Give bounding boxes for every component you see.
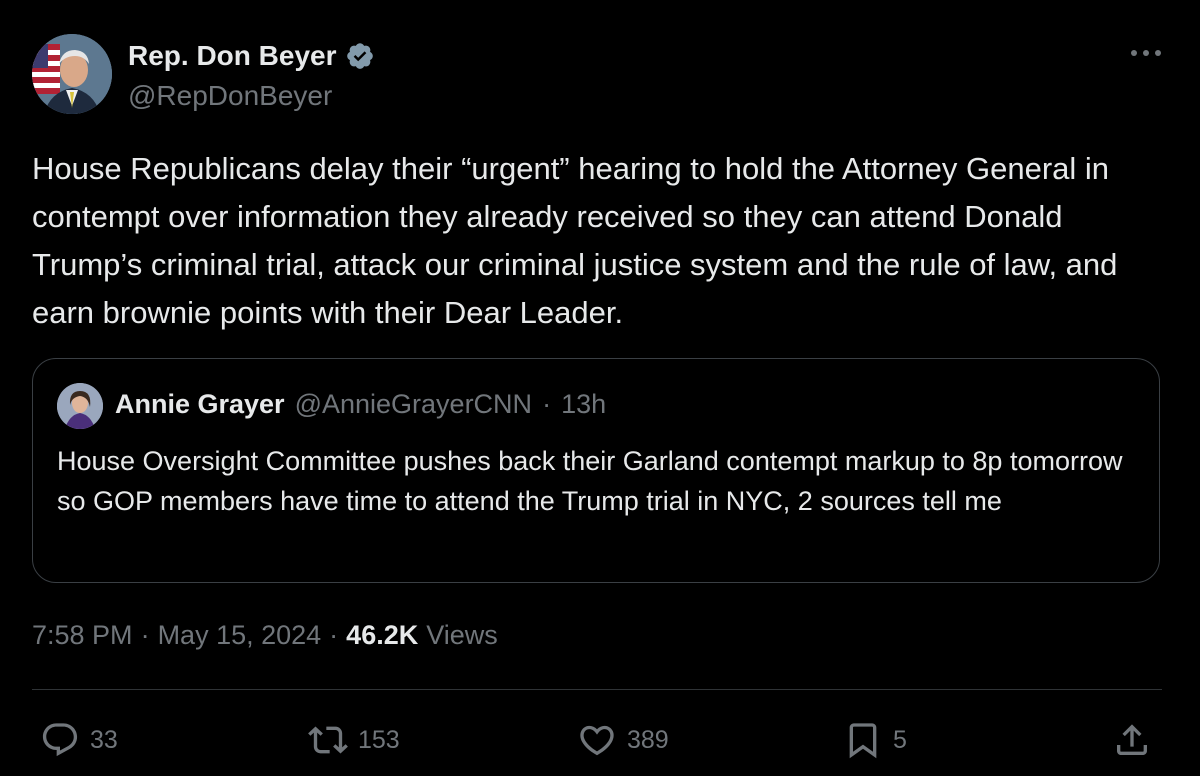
quoted-avatar-image bbox=[57, 383, 103, 429]
tweet-meta: 7:58 PM · May 15, 2024 · 46.2K Views bbox=[32, 620, 498, 651]
repost-icon bbox=[308, 726, 348, 754]
more-dots-icon bbox=[1131, 50, 1161, 56]
reply-icon bbox=[42, 723, 78, 757]
quoted-tweet-text: House Oversight Committee pushes back th… bbox=[57, 446, 1123, 516]
tweet-time[interactable]: 7:58 PM bbox=[32, 620, 133, 651]
more-options-button[interactable] bbox=[1126, 38, 1166, 68]
bookmark-icon bbox=[849, 723, 877, 759]
quoted-timestamp[interactable]: 13h bbox=[561, 389, 606, 420]
meta-separator: · bbox=[140, 620, 150, 650]
quoted-tweet-card[interactable]: Annie Grayer @AnnieGrayerCNN · 13h House… bbox=[32, 358, 1160, 583]
author-name[interactable]: Rep. Don Beyer bbox=[128, 40, 337, 72]
share-button[interactable] bbox=[1112, 718, 1152, 762]
meta-separator: · bbox=[329, 620, 339, 650]
tweet-date[interactable]: May 15, 2024 bbox=[158, 620, 322, 651]
bookmark-button[interactable]: 5 bbox=[843, 718, 907, 762]
author-name-row[interactable]: Rep. Don Beyer bbox=[128, 40, 375, 72]
author-avatar-image bbox=[32, 34, 112, 114]
tweet-text: House Republicans delay their “urgent” h… bbox=[32, 151, 1118, 330]
quoted-author-handle[interactable]: @AnnieGrayerCNN bbox=[295, 389, 532, 420]
divider bbox=[32, 689, 1162, 690]
quoted-tweet-header: Annie Grayer @AnnieGrayerCNN · 13h bbox=[115, 389, 606, 420]
repost-count: 153 bbox=[358, 725, 400, 754]
share-icon bbox=[1117, 724, 1147, 755]
author-avatar[interactable] bbox=[32, 34, 112, 114]
views-count: 46.2K bbox=[346, 620, 419, 650]
author-handle[interactable]: @RepDonBeyer bbox=[128, 80, 332, 112]
heart-icon bbox=[580, 725, 614, 756]
reply-button[interactable]: 33 bbox=[40, 718, 118, 762]
like-count: 389 bbox=[627, 725, 669, 754]
reply-count: 33 bbox=[90, 725, 118, 754]
repost-button[interactable]: 153 bbox=[308, 718, 400, 762]
quoted-author-avatar[interactable] bbox=[57, 383, 103, 429]
like-button[interactable]: 389 bbox=[577, 718, 669, 762]
quoted-separator: · bbox=[542, 389, 552, 419]
quoted-author-name[interactable]: Annie Grayer bbox=[115, 389, 285, 420]
verified-badge-icon bbox=[345, 41, 375, 71]
bookmark-count: 5 bbox=[893, 725, 907, 754]
views-label: Views bbox=[426, 620, 498, 650]
